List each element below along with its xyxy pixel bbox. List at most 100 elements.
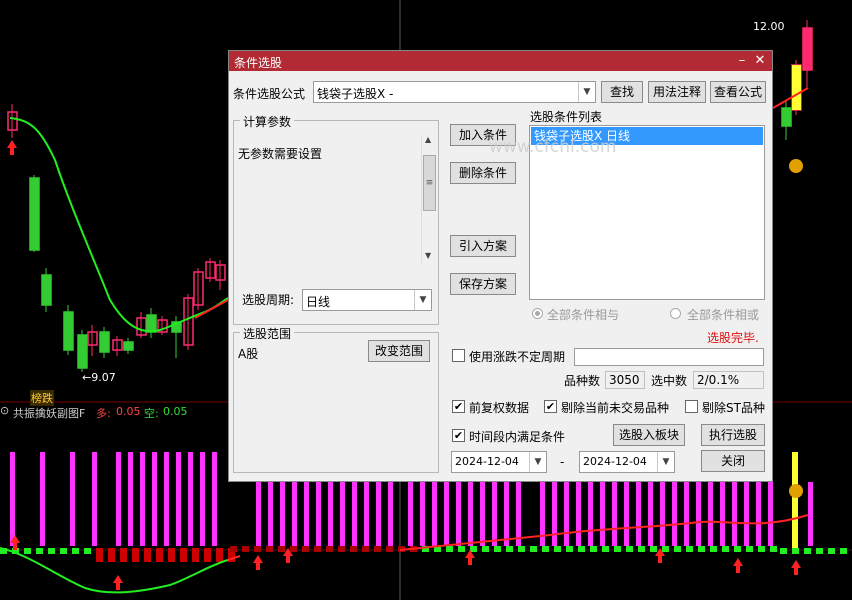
minimize-icon[interactable]: – bbox=[734, 52, 750, 70]
indicator-bar bbox=[600, 482, 605, 546]
indicator-stub bbox=[710, 546, 717, 552]
execute-button[interactable]: 执行选股 bbox=[701, 424, 765, 446]
indicator-bar bbox=[456, 482, 461, 546]
indicator-stub bbox=[840, 548, 847, 554]
range-value: A股 bbox=[238, 347, 259, 361]
params-scrollbar[interactable]: ▲ ≡ ▼ bbox=[421, 135, 436, 263]
indicator-stub bbox=[216, 548, 223, 562]
candle bbox=[146, 314, 157, 333]
chevron-down-icon[interactable]: ▼ bbox=[657, 452, 674, 472]
use-variable-period-checkbox[interactable] bbox=[452, 349, 465, 362]
find-button[interactable]: 查找 bbox=[601, 81, 643, 103]
candle bbox=[792, 65, 801, 110]
indicator-bar bbox=[200, 452, 205, 546]
candle bbox=[99, 331, 110, 353]
calc-params-group: 计算参数 无参数需要设置 ▲ ≡ ▼ 选股周期: 日线 ▼ bbox=[233, 113, 439, 325]
change-range-button[interactable]: 改变范围 bbox=[368, 340, 430, 362]
dialog-titlebar[interactable]: 条件选股 – ✕ bbox=[229, 51, 772, 71]
formula-select[interactable]: 钱袋子选股X - ▼ bbox=[313, 81, 596, 103]
date-to-picker[interactable]: 2024-12-04 ▼ bbox=[579, 451, 675, 473]
indicator-stub bbox=[566, 546, 573, 552]
to-block-button[interactable]: 选股入板块 bbox=[613, 424, 685, 446]
indicator-stub bbox=[350, 546, 357, 552]
indicator-stub bbox=[24, 548, 31, 554]
indicator-stub bbox=[108, 548, 115, 562]
chevron-down-icon[interactable]: ▼ bbox=[578, 82, 595, 102]
indicator-stub bbox=[674, 546, 681, 552]
indicator-bar bbox=[292, 482, 297, 546]
indicator-stub bbox=[578, 546, 585, 552]
range-title: 选股范围 bbox=[240, 325, 295, 342]
save-plan-button[interactable]: 保存方案 bbox=[450, 273, 516, 295]
indicator-bar bbox=[420, 482, 425, 546]
close-icon[interactable]: ✕ bbox=[752, 52, 768, 70]
scroll-thumb[interactable]: ≡ bbox=[423, 155, 436, 211]
indicator-stub bbox=[518, 546, 525, 552]
date-separator: - bbox=[560, 455, 565, 469]
indicator-bar bbox=[408, 482, 413, 546]
indicator-stub bbox=[638, 546, 645, 552]
indicator-bar bbox=[444, 482, 449, 546]
indicator-stub bbox=[506, 546, 513, 552]
money-bag-icon bbox=[789, 159, 803, 173]
indicator-bar bbox=[316, 482, 321, 546]
indicator-bar bbox=[660, 482, 665, 546]
calc-params-title: 计算参数 bbox=[240, 113, 295, 130]
indicator-stub bbox=[458, 546, 465, 552]
indicator-stub bbox=[590, 546, 597, 552]
indicator-bar bbox=[516, 482, 521, 546]
indicator-bar bbox=[256, 482, 261, 546]
indicator-stub bbox=[132, 548, 139, 562]
indicator-stub bbox=[770, 546, 777, 552]
date-from-picker[interactable]: 2024-12-04 ▼ bbox=[451, 451, 547, 473]
indicator-bar bbox=[756, 482, 761, 546]
chevron-down-icon[interactable]: ▼ bbox=[529, 452, 546, 472]
price-high-label: 12.00 bbox=[753, 20, 785, 33]
indicator-stub bbox=[84, 548, 91, 554]
indicator-stub bbox=[542, 546, 549, 552]
indicator-stub bbox=[554, 546, 561, 552]
radio-all-and[interactable] bbox=[532, 308, 543, 319]
indicator-stub bbox=[780, 548, 787, 554]
stock-screening-dialog: 条件选股 – ✕ 条件选股公式 钱袋子选股X - ▼ 查找 用法注释 查看公式 … bbox=[228, 50, 773, 482]
indicator-bar bbox=[116, 452, 121, 546]
usage-notes-button[interactable]: 用法注释 bbox=[648, 81, 706, 103]
remove-st-checkbox[interactable] bbox=[685, 400, 698, 413]
indicator-stub bbox=[650, 546, 657, 552]
delete-condition-button[interactable]: 删除条件 bbox=[450, 162, 516, 184]
indicator-stub bbox=[626, 546, 633, 552]
indicator-bar bbox=[648, 482, 653, 546]
radio-all-or[interactable] bbox=[670, 308, 681, 319]
chevron-down-icon[interactable]: ▼ bbox=[414, 290, 431, 310]
selected-label: 选中数 bbox=[651, 374, 688, 388]
time-range-checkbox[interactable]: ✔ bbox=[452, 429, 465, 442]
indicator-stub bbox=[72, 548, 79, 554]
pre-rights-checkbox[interactable]: ✔ bbox=[452, 400, 465, 413]
radio-all-and-label: 全部条件相与 bbox=[547, 308, 620, 322]
price-low-label: ←9.07 bbox=[82, 371, 116, 384]
scroll-up-icon[interactable]: ▲ bbox=[425, 135, 431, 144]
indicator-stub bbox=[530, 546, 537, 552]
import-plan-button[interactable]: 引入方案 bbox=[450, 235, 516, 257]
indicator-bar bbox=[152, 452, 157, 546]
close-button[interactable]: 关闭 bbox=[701, 450, 765, 472]
indicator-stub bbox=[60, 548, 67, 554]
indicator-bar bbox=[10, 452, 15, 546]
indicator-collapse-icon[interactable]: ⊙ bbox=[0, 404, 9, 417]
hot-tag: 榜跌 bbox=[30, 390, 54, 406]
candle bbox=[781, 107, 792, 127]
indicator-bar bbox=[92, 452, 97, 546]
indicator-bar bbox=[588, 482, 593, 546]
candle bbox=[803, 28, 812, 70]
candle bbox=[77, 334, 88, 369]
remove-untraded-checkbox[interactable]: ✔ bbox=[544, 400, 557, 413]
period-select[interactable]: 日线 ▼ bbox=[302, 289, 432, 311]
indicator-bar bbox=[432, 482, 437, 546]
indicator-bar bbox=[40, 452, 45, 546]
indicator-bar bbox=[552, 482, 557, 546]
indicator-bar bbox=[564, 482, 569, 546]
view-formula-button[interactable]: 查看公式 bbox=[710, 81, 766, 103]
indicator-bar bbox=[624, 482, 629, 546]
scroll-down-icon[interactable]: ▼ bbox=[425, 251, 431, 260]
variable-period-input[interactable] bbox=[574, 348, 764, 366]
